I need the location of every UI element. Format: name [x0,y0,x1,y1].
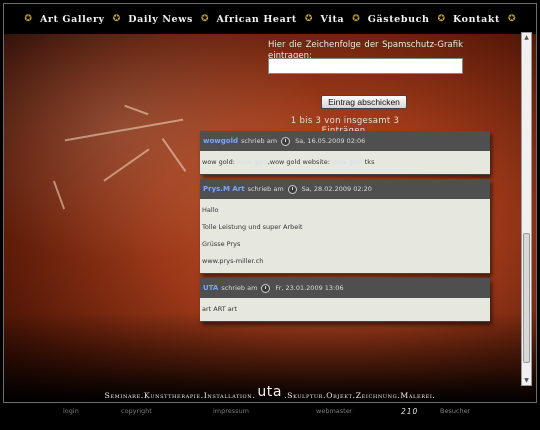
footer: login copyright impressum webmaster 210 … [0,404,540,418]
entry-header: UTA schrieb am Fr, 23.01.2009 13:06 [200,278,490,298]
tagline-left: Seminare.Kunsttherapie.Installation. [104,390,256,400]
nav-bullet-icon: ✪ [437,14,446,24]
guestbook-entry: Prys.M Art schrieb am Sa, 28.02.2009 02:… [200,179,490,274]
guestbook-entry: UTA schrieb am Fr, 23.01.2009 13:06 art … [200,278,490,322]
entry-text-line: www.prys-miller.ch [202,257,264,265]
entry-header: wowgold schrieb am Sa, 16.05.2009 02:06 [200,131,490,151]
entry-text-line: Tolle Leistung und super Arbeit [202,223,303,231]
entry-text: wow gold: [202,158,237,166]
nav-bullet-icon: ✪ [200,14,209,24]
entry-wrote-label: schrieb am [221,284,258,292]
submit-entry-button[interactable]: Eintrag abschicken [321,95,407,109]
footer-login-link[interactable]: login [63,407,79,415]
content-scrollbar[interactable]: ▲ ▼ [521,32,532,386]
guestbook-content: Hier die Zeichenfolge der Spamschutz-Gra… [4,4,536,402]
uta-logo: uta [257,384,283,400]
footer-copyright-link[interactable]: copyright [121,407,152,415]
captcha-input[interactable] [268,58,463,74]
entry-author-link[interactable]: wowgold [203,137,238,145]
clock-icon [281,136,291,146]
footer-impressum-link[interactable]: impressum [213,407,249,415]
nav-item-daily-news[interactable]: Daily News [120,14,201,25]
entry-date: Sa, 28.02.2009 02:20 [301,185,372,193]
entry-wrote-label: schrieb am [247,185,284,193]
visitor-label: Besucher [440,407,471,415]
entry-wrote-label: schrieb am [240,137,278,145]
scroll-up-arrow-icon[interactable]: ▲ [522,33,531,42]
visitor-counter: 210 [401,406,419,416]
entry-date: Fr, 23.01.2009 13:06 [275,284,344,292]
entry-link[interactable]: wow gold [332,158,363,166]
entry-author-link[interactable]: Prys.M Art [203,185,245,193]
services-tagline: Seminare.Kunsttherapie.Installation. uta… [4,384,536,402]
scroll-thumb[interactable] [523,233,530,363]
entry-body: wow gold: wow gold,wow gold website: wow… [200,151,490,174]
entry-text-line: Hallo [202,206,219,214]
guestbook-entry: wowgold schrieb am Sa, 16.05.2009 02:06 … [200,131,490,175]
clock-icon [287,184,297,194]
nav-bullet-icon: ✪ [112,14,121,24]
entry-header: Prys.M Art schrieb am Sa, 28.02.2009 02:… [200,179,490,199]
entry-text-line: art ART art [202,305,238,313]
nav-bullet-icon: ✪ [352,14,360,24]
clock-icon [261,283,271,293]
entry-text-line: wow gold: wow gold,wow gold website: wow… [202,154,487,171]
nav-item-kontakt[interactable]: Kontakt [445,14,508,25]
scroll-down-arrow-icon[interactable]: ▼ [522,376,531,385]
page-frame: ✪ Art Gallery ✪ Daily News ✪ African Hea… [3,3,537,403]
nav-item-art-gallery[interactable]: Art Gallery [32,14,113,25]
entry-link[interactable]: wow gold [237,158,268,166]
tagline-right: .Skulptur.Objekt.Zeichnung.Malerei. [284,390,436,400]
entry-author-link[interactable]: UTA [203,284,218,292]
footer-webmaster-link[interactable]: webmaster [316,407,352,415]
nav-item-vita[interactable]: Vita [312,14,352,25]
entry-date: Sa, 16.05.2009 02:06 [295,137,366,145]
nav-item-african-heart[interactable]: African Heart [208,14,304,25]
entry-text: ,wow gold website: [267,158,332,166]
entry-text-line: Grüsse Prys [202,240,241,248]
entry-text: tks [362,158,375,166]
nav-bullet-icon: ✪ [304,14,313,24]
main-navigation: ✪ Art Gallery ✪ Daily News ✪ African Hea… [4,4,536,34]
entry-body: Hallo Tolle Leistung und super Arbeit Gr… [200,199,490,273]
nav-item-gaestebuch[interactable]: Gästebuch [360,14,438,25]
entry-body: art ART art [200,298,490,321]
nav-bullet-icon: ✪ [24,14,32,24]
nav-bullet-icon: ✪ [508,14,516,24]
